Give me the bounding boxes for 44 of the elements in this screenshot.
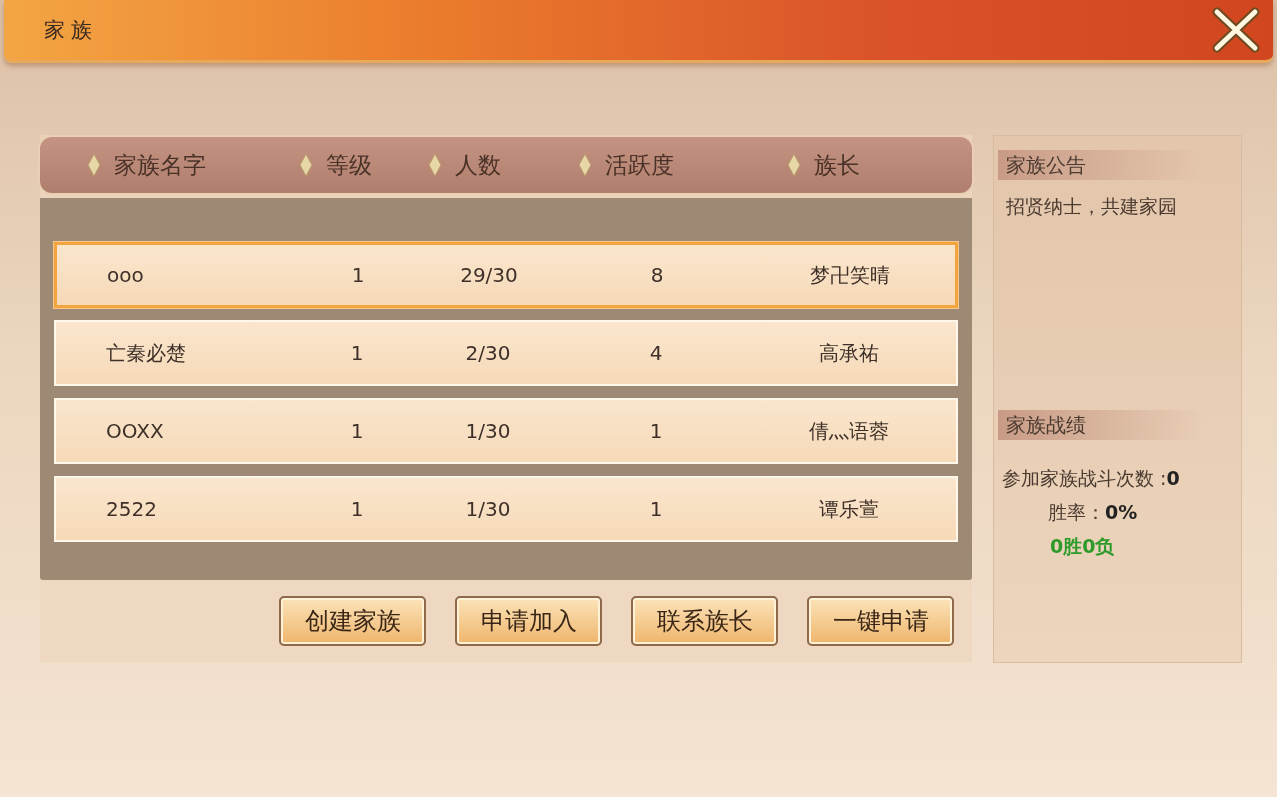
table-cell-text: 1	[349, 341, 365, 365]
table-cell-text: 梦卍笑晴	[809, 261, 891, 289]
table-cell-text: OOXX	[105, 419, 165, 443]
table-row[interactable]: OOXX 1 1/30 1 倩灬语蓉	[54, 398, 958, 464]
table-cell-text: 1	[648, 419, 664, 443]
action-button[interactable]: 联系族长	[631, 596, 778, 646]
diamond-icon	[88, 154, 100, 176]
action-button[interactable]: 申请加入	[455, 596, 602, 646]
table-cell-text: 1	[349, 497, 365, 521]
win-loss-record: 0胜0负	[1049, 534, 1116, 559]
table-cell-text: 高承祐	[818, 339, 880, 367]
table-row[interactable]: 亡秦必楚 1 2/30 4 高承祐	[54, 320, 958, 386]
table-cell-text: 8	[649, 263, 665, 287]
battle-count: 参加家族战斗次数 :0	[1001, 466, 1181, 491]
table-cell-text: 1	[648, 497, 664, 521]
table-cell-text: 29/30	[459, 263, 519, 287]
column-header: 人数	[455, 150, 501, 180]
win-rate: 胜率：0%	[1047, 500, 1139, 525]
diamond-icon	[788, 154, 800, 176]
action-button[interactable]: 创建家族	[279, 596, 426, 646]
diamond-icon	[429, 154, 441, 176]
diamond-icon	[579, 154, 591, 176]
column-header: 家族名字	[114, 150, 206, 180]
table-cell-text: 1	[349, 419, 365, 443]
column-header: 活跃度	[605, 150, 674, 180]
table-cell-text: 1/30	[464, 419, 512, 443]
table-cell-text: 亡秦必楚	[105, 339, 187, 367]
table-cell-text: 2522	[105, 497, 158, 521]
table-cell-text: 谭乐萱	[818, 495, 880, 523]
table-cell-text: 倩灬语蓉	[808, 417, 890, 445]
notice-text: 招贤纳士，共建家园	[1005, 194, 1178, 219]
diamond-icon	[300, 154, 312, 176]
window-title: 家族	[44, 17, 98, 44]
table-cell-text: 1	[350, 263, 366, 287]
table-row[interactable]: 2522 1 1/30 1 谭乐萱	[54, 476, 958, 542]
action-button[interactable]: 一键申请	[807, 596, 954, 646]
table-cell-text: 2/30	[464, 341, 512, 365]
close-icon[interactable]	[1211, 6, 1261, 54]
column-header: 族长	[814, 150, 860, 180]
table-row[interactable]: ooo 1 29/30 8 梦卍笑晴	[54, 242, 958, 308]
table-cell-text: 1/30	[464, 497, 512, 521]
column-header: 等级	[326, 150, 372, 180]
table-cell-text: ooo	[106, 263, 145, 287]
table-cell-text: 4	[648, 341, 664, 365]
